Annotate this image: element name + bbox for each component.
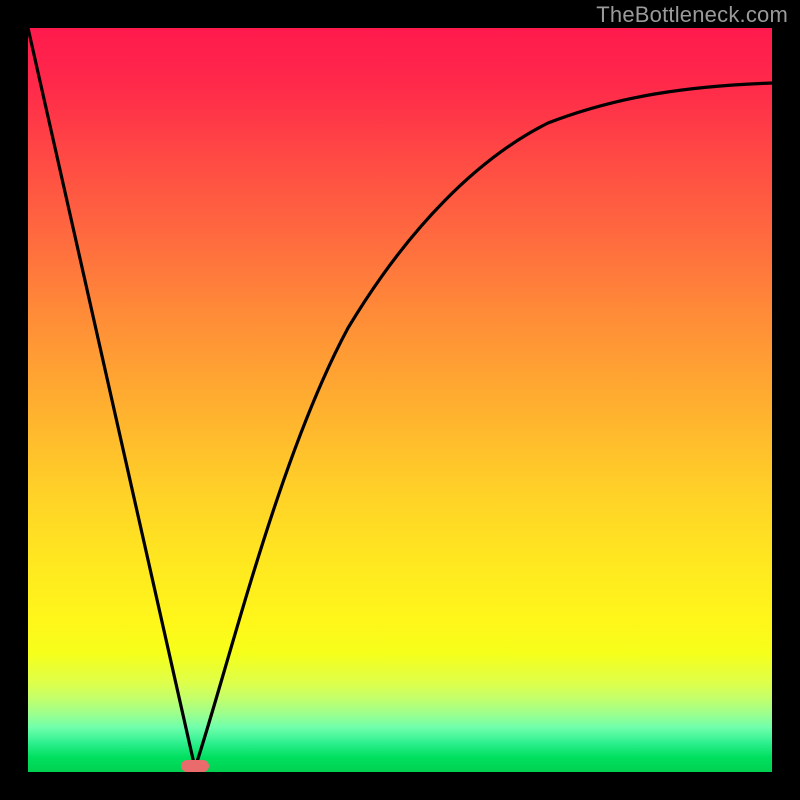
optimal-point-marker	[181, 760, 209, 772]
bottleneck-curve-path	[28, 28, 772, 768]
watermark-text: TheBottleneck.com	[596, 2, 788, 28]
chart-curve-svg	[28, 28, 772, 772]
chart-plot-area	[28, 28, 772, 772]
